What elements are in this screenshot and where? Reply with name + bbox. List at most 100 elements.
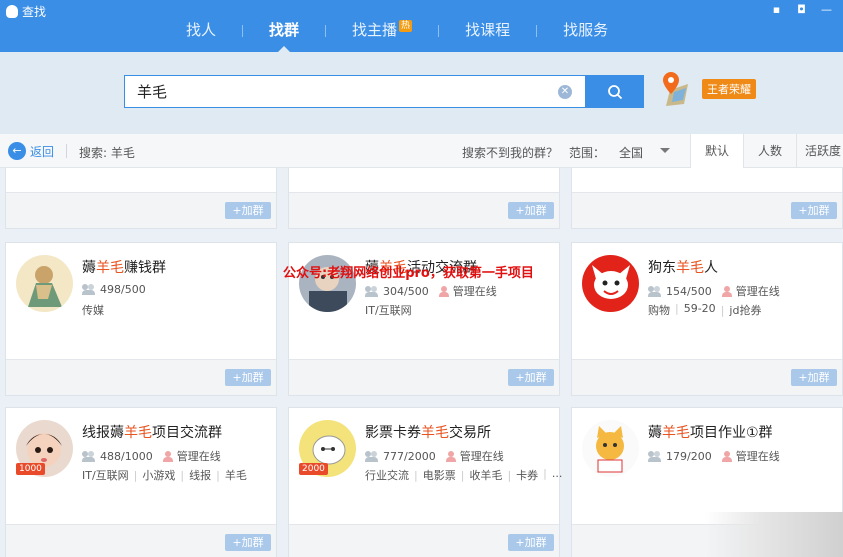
search-box: ✕: [124, 75, 586, 108]
chevron-down-icon[interactable]: [660, 148, 670, 158]
back-arrow-icon: ←: [8, 142, 26, 160]
location-pin-icon[interactable]: [660, 70, 690, 106]
group-name-prefix: 薅: [82, 260, 96, 276]
group-meta: 179/200 管理在线: [648, 448, 780, 464]
tab-1[interactable]: 找群: [243, 18, 325, 52]
nav-tabs: 找人 找群 找主播热 找课程 找服务: [160, 18, 634, 52]
admin-icon: [721, 285, 732, 297]
join-group-button[interactable]: +加群: [225, 202, 271, 219]
group-name-suffix: 交易所: [449, 425, 491, 441]
back-label: 返回: [30, 144, 55, 159]
search-input[interactable]: [125, 76, 545, 107]
group-tags: 传媒: [82, 302, 104, 318]
game-badge[interactable]: 王者荣耀: [702, 79, 756, 99]
group-card[interactable]: 1000线报薅羊毛项目交流群488/1000管理在线IT/互联网小游戏线报羊毛+…: [5, 407, 277, 557]
tab-label: 找主播: [352, 21, 398, 39]
group-tags: 行业交流电影票收羊毛卡券...: [365, 467, 562, 483]
blurred-region: [705, 512, 843, 557]
tab-label: 找群: [269, 21, 300, 39]
members-icon: [82, 284, 96, 295]
join-group-button[interactable]: +加群: [225, 534, 271, 551]
sort-tab-0[interactable]: 默认: [690, 134, 743, 168]
admin-icon: [721, 450, 732, 462]
tab-2[interactable]: 找主播热: [326, 18, 438, 44]
group-name[interactable]: 线报薅羊毛项目交流群: [82, 422, 222, 442]
join-group-button[interactable]: +加群: [508, 534, 554, 551]
group-meta: 304/500 管理在线: [365, 283, 497, 299]
top-bar: 查找 ▪ ◘ — 找人 找群 找主播热 找课程 找服务: [0, 0, 843, 52]
search-button[interactable]: [586, 75, 644, 108]
admin-status: 管理在线: [735, 450, 780, 463]
group-name-suffix: 项目作业①群: [690, 425, 773, 441]
sort-tab-2[interactable]: 活跃度: [796, 134, 843, 168]
sort-tab-1[interactable]: 人数: [743, 134, 796, 168]
join-group-button[interactable]: +加群: [791, 369, 837, 386]
tab-4[interactable]: 找服务: [537, 18, 634, 44]
window-title: 查找: [22, 5, 47, 19]
not-found-link[interactable]: 搜索不到我的群？: [462, 144, 558, 161]
group-tag: ...: [538, 467, 563, 483]
group-tags: 购物59-20jd抢券: [648, 302, 761, 318]
tab-label: 找人: [186, 21, 217, 39]
join-group-button[interactable]: +加群: [508, 202, 554, 219]
admin-status: 管理在线: [735, 285, 780, 298]
tab-3[interactable]: 找课程: [439, 18, 536, 44]
group-avatar[interactable]: [16, 255, 73, 312]
hot-badge: 热: [399, 20, 413, 32]
watermark-text: 公众号:老翔网络创业pro，获取第一手项目: [283, 266, 534, 281]
group-card[interactable]: 2000 影票卡券羊毛交易所 777/2000 管理在线行业交流电影票收羊毛卡券...…: [288, 407, 562, 557]
group-name-keyword: 羊毛: [676, 260, 704, 276]
results-grid: +加群 +加群 +加群 薅羊毛赚钱群 498/500 传媒 +加群 薅羊毛活动交流群 304/5…: [0, 168, 843, 557]
group-name[interactable]: 狗东羊毛人: [648, 257, 718, 277]
card-footer: +加群: [6, 359, 276, 395]
group-tag: 线报: [175, 467, 211, 483]
group-meta: 498/500: [82, 283, 146, 296]
group-name-keyword: 羊毛: [96, 260, 124, 276]
group-name-prefix: 影票卡券: [365, 425, 421, 441]
group-tag: 卡券: [502, 467, 538, 483]
group-tag: IT/互联网: [82, 469, 129, 482]
members-icon: [82, 450, 96, 462]
group-name[interactable]: 薅羊毛赚钱群: [82, 257, 166, 277]
skin-icon[interactable]: ◘: [795, 3, 808, 16]
admin-icon: [445, 450, 456, 462]
group-avatar[interactable]: [582, 420, 639, 477]
group-tag: 电影票: [409, 467, 456, 483]
members-icon: [365, 450, 379, 462]
filter-bar: ← 返回 搜索: 羊毛 搜索不到我的群？ 范围： 全国 默认 人数 活跃度: [0, 134, 843, 168]
tab-0[interactable]: 找人: [160, 18, 242, 44]
group-avatar[interactable]: [582, 255, 639, 312]
level-badge: 1000: [16, 463, 45, 475]
members-icon: [648, 450, 662, 462]
group-tag: 59-20: [670, 302, 716, 318]
group-name-suffix: 人: [704, 260, 718, 276]
join-group-button[interactable]: +加群: [791, 202, 837, 219]
feedback-icon[interactable]: ▪: [770, 3, 783, 16]
join-group-button[interactable]: +加群: [225, 369, 271, 386]
sort-tabs: 默认 人数 活跃度: [690, 134, 843, 168]
group-name-keyword: 羊毛: [124, 425, 152, 441]
group-name[interactable]: 影票卡券羊毛交易所: [365, 422, 491, 442]
group-name[interactable]: 薅羊毛项目作业①群: [648, 422, 773, 442]
members-icon: [365, 285, 379, 297]
qq-penguin-icon: [6, 5, 18, 18]
card-footer: +加群: [572, 192, 842, 228]
back-button[interactable]: ← 返回: [8, 142, 54, 160]
group-tag: 购物: [648, 304, 670, 317]
level-badge: 2000: [299, 463, 328, 475]
group-name-keyword: 羊毛: [662, 425, 690, 441]
members-icon: [648, 285, 662, 297]
group-tag: jd抢券: [716, 302, 761, 318]
group-card[interactable]: 狗东羊毛人 154/500 管理在线购物59-20jd抢券 +加群: [571, 242, 843, 396]
group-card[interactable]: 薅羊毛赚钱群 498/500 传媒 +加群: [5, 242, 277, 396]
minimize-icon[interactable]: —: [820, 3, 833, 16]
admin-status: 管理在线: [459, 450, 504, 463]
join-group-button[interactable]: +加群: [508, 369, 554, 386]
member-count: 179/200: [666, 449, 712, 463]
clear-icon[interactable]: ✕: [558, 85, 572, 99]
group-tags: IT/互联网小游戏线报羊毛: [82, 467, 247, 483]
group-card-partial: +加群: [571, 168, 843, 229]
card-footer: +加群: [289, 524, 559, 557]
card-footer: +加群: [6, 192, 276, 228]
range-select[interactable]: 全国: [619, 144, 643, 161]
